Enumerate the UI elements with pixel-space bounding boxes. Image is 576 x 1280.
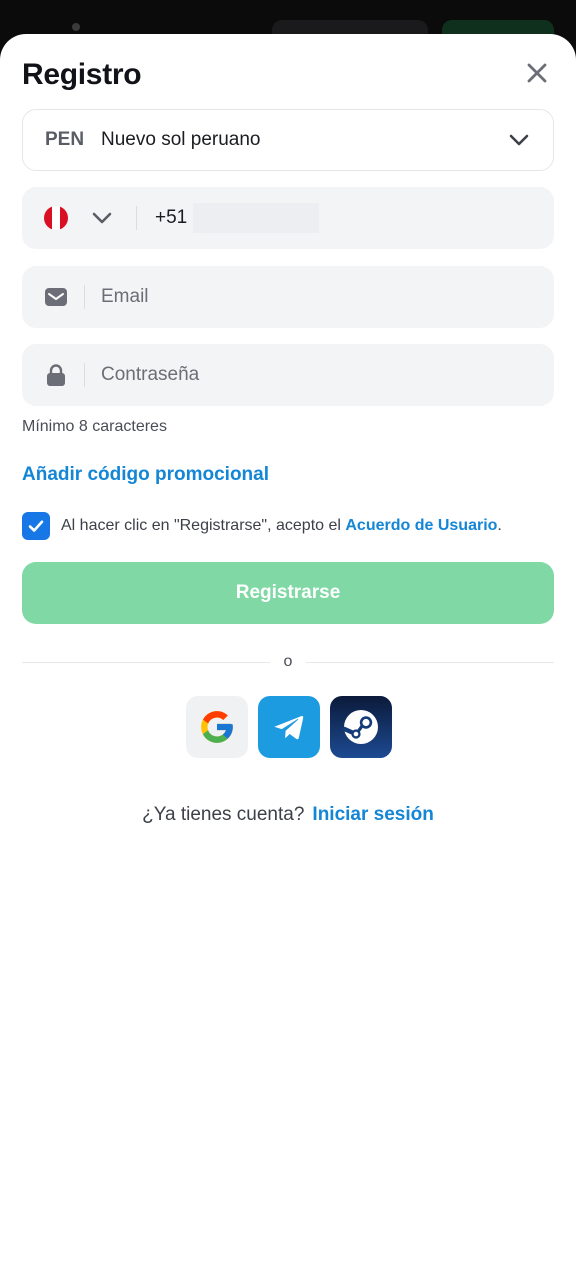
google-login-button[interactable]	[186, 696, 248, 758]
currency-select[interactable]: PEN Nuevo sol peruano	[22, 109, 554, 171]
page-title: Registro	[22, 58, 142, 91]
peru-flag-icon	[44, 206, 68, 230]
divider-line	[22, 661, 270, 663]
checkmark-icon	[28, 520, 44, 532]
social-login-buttons	[186, 696, 392, 758]
agreement-text: Al hacer clic en "Registrarse", acepto e…	[61, 517, 502, 535]
steam-login-button[interactable]	[330, 696, 392, 758]
phone-field: +51	[22, 187, 554, 249]
currency-code: PEN	[45, 129, 85, 150]
currency-name: Nuevo sol peruano	[101, 129, 261, 150]
telegram-icon	[274, 716, 304, 740]
agreement-text-suffix: .	[497, 517, 502, 534]
login-prompt: ¿Ya tienes cuenta? Iniciar sesión	[0, 804, 576, 826]
register-button[interactable]: Registrarse	[22, 562, 554, 624]
phone-input[interactable]	[193, 203, 320, 233]
agreement-text-prefix: Al hacer clic en "Registrarse", acepto e…	[61, 517, 346, 534]
envelope-icon	[44, 285, 68, 309]
divider-line	[306, 661, 554, 663]
add-promo-code-link[interactable]: Añadir código promocional	[22, 464, 269, 486]
steam-icon	[342, 710, 378, 744]
email-input[interactable]	[101, 277, 554, 317]
google-icon	[201, 711, 233, 743]
login-prompt-text: ¿Ya tienes cuenta?	[142, 804, 305, 825]
lock-icon	[44, 363, 68, 387]
field-separator	[136, 206, 137, 230]
chevron-down-icon	[509, 134, 529, 146]
close-icon	[527, 63, 547, 83]
camera-dot	[72, 23, 80, 31]
agreement-checkbox[interactable]	[22, 512, 50, 540]
login-link[interactable]: Iniciar sesión	[312, 804, 433, 825]
field-separator	[84, 285, 85, 309]
field-separator	[84, 363, 85, 387]
close-button[interactable]	[522, 58, 552, 88]
dial-code: +51	[155, 207, 188, 228]
user-agreement-link[interactable]: Acuerdo de Usuario	[345, 517, 497, 534]
or-divider: o	[22, 650, 554, 674]
registration-sheet: Registro PEN Nuevo sol peruano +51 Email…	[0, 34, 576, 1280]
telegram-login-button[interactable]	[258, 696, 320, 758]
email-field	[22, 266, 554, 328]
country-chevron-down-icon[interactable]	[90, 206, 114, 230]
password-field	[22, 344, 554, 406]
divider-label: o	[283, 653, 293, 670]
user-agreement-row: Al hacer clic en "Registrarse", acepto e…	[22, 512, 562, 540]
password-hint: Mínimo 8 caracteres	[22, 418, 167, 435]
password-input[interactable]	[101, 355, 554, 395]
